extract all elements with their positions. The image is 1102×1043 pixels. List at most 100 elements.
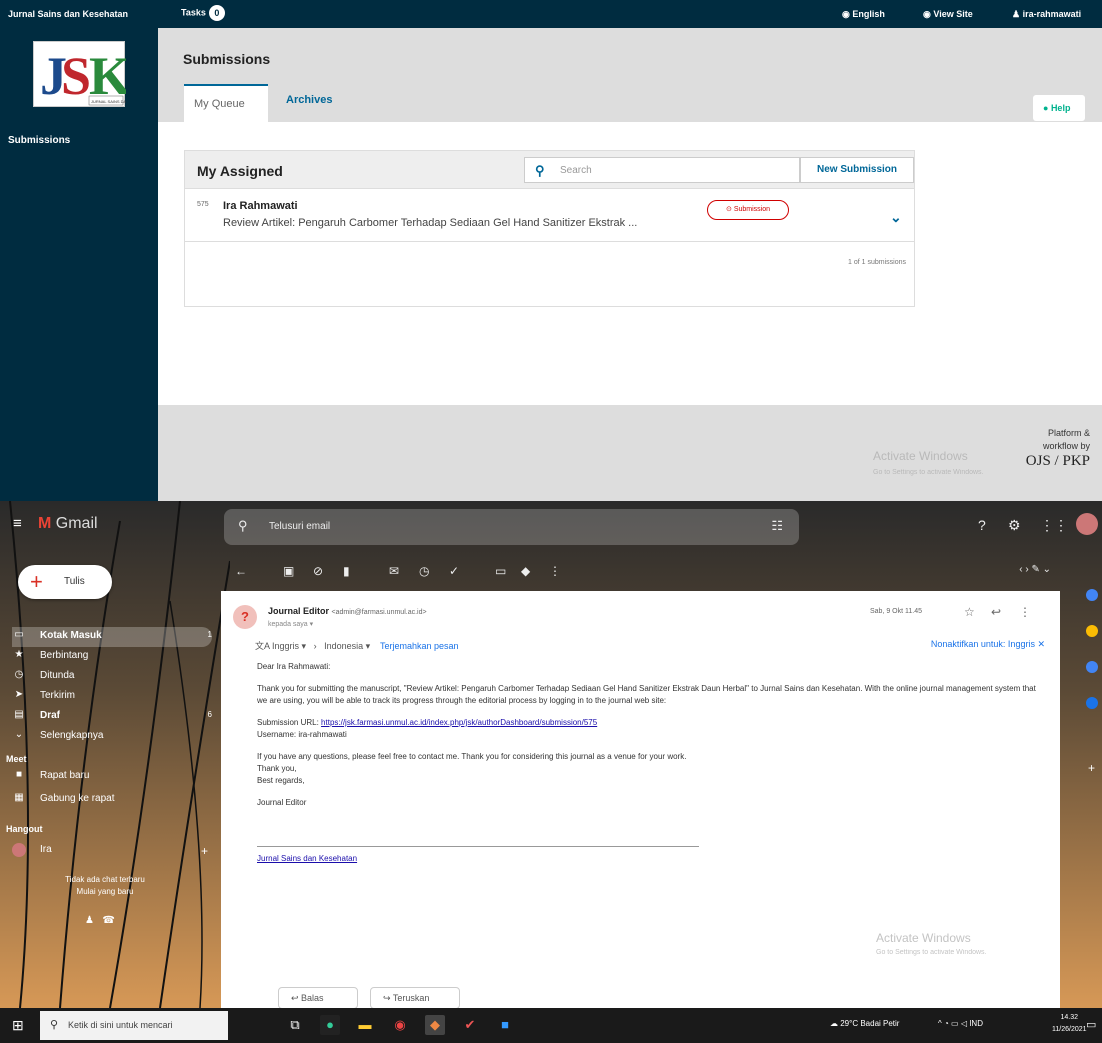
- hangout-user[interactable]: Ira +: [12, 841, 212, 861]
- language-menu[interactable]: ◉ English: [842, 9, 885, 20]
- sidebar-item-starred[interactable]: ★ Berbintang: [12, 647, 212, 667]
- message-date: Sab, 9 Okt 11.45: [870, 608, 923, 615]
- meet-new-meeting[interactable]: ■ Rapat baru: [12, 767, 212, 787]
- translate-bar: 文A Inggris ▾ › Indonesia ▾ Terjemahkan p…: [255, 639, 1045, 651]
- sidebar-item-inbox[interactable]: ▭ Kotak Masuk 1: [12, 627, 212, 647]
- more-vert-icon[interactable]: ⋮: [1019, 605, 1031, 619]
- app-icon-1[interactable]: ●: [320, 1015, 340, 1035]
- tasks-link[interactable]: Tasks 0: [181, 5, 225, 21]
- search-input[interactable]: ⚲ Telusuri email ☷: [224, 509, 799, 545]
- more-vert-icon[interactable]: ⋮: [549, 564, 561, 578]
- activate-windows-sub: Go to Settings to activate Windows.: [873, 469, 984, 476]
- system-tray[interactable]: ^ ◔ ▭ ◁ IND: [938, 1019, 983, 1028]
- file-explorer-icon[interactable]: ▬: [355, 1015, 375, 1035]
- back-arrow-icon[interactable]: ←: [235, 564, 247, 578]
- sidebar-item-sent[interactable]: ➤ Terkirim: [12, 687, 212, 707]
- compose-button[interactable]: + Tulis: [18, 565, 112, 599]
- spam-icon[interactable]: ⊘: [313, 564, 323, 578]
- gear-icon[interactable]: ⚙: [1008, 517, 1021, 534]
- journal-link[interactable]: Jurnal Sains dan Kesehatan: [257, 854, 357, 863]
- search-placeholder: Search: [560, 165, 592, 176]
- mail-toolbar: ← ▣ ⊘ ▮ ✉ ◷ ✓ ▭ ◆ ⋮ ‹ › ✎ ⌄: [221, 551, 1071, 591]
- reply-icon[interactable]: ↩: [991, 605, 1001, 619]
- app-icon-2[interactable]: ◆: [425, 1015, 445, 1035]
- translate-message-link[interactable]: Terjemahkan pesan: [380, 641, 459, 651]
- help-icon: ●: [1043, 103, 1051, 113]
- add-addon-icon[interactable]: +: [1088, 761, 1095, 775]
- submission-url-link[interactable]: https://jsk.farmasi.unmul.ac.id/index.ph…: [321, 718, 597, 727]
- source-language-select[interactable]: Inggris ▾: [272, 641, 306, 651]
- table-row[interactable]: 575 Ira Rahmawati Review Artikel: Pengar…: [185, 189, 914, 242]
- sidebar-item-submissions[interactable]: Submissions: [8, 135, 70, 146]
- trash-icon[interactable]: ▮: [343, 564, 350, 578]
- task-view-icon[interactable]: ⧉: [285, 1015, 305, 1035]
- contacts-icon[interactable]: [1086, 697, 1098, 709]
- tasks-icon[interactable]: [1086, 661, 1098, 673]
- paragraph-1: Thank you for submitting the manuscript,…: [257, 684, 1036, 705]
- sidebar-item-more[interactable]: ⌄ Selengkapnya: [12, 727, 212, 747]
- site-name-link[interactable]: Jurnal Sains dan Kesehatan: [8, 9, 128, 19]
- calendar-icon[interactable]: [1086, 589, 1098, 601]
- signature-name: Journal Editor: [257, 798, 307, 807]
- clock-date: 11/26/2021: [1052, 1026, 1087, 1033]
- windows-start-icon[interactable]: ⊞: [12, 1017, 24, 1034]
- sidebar-item-drafts[interactable]: ▤ Draf 6: [12, 707, 212, 727]
- forward-button[interactable]: ↪ Teruskan: [370, 987, 460, 1009]
- weather-widget[interactable]: ☁ 29°C Badai Petir: [830, 1019, 899, 1028]
- app-icon-3[interactable]: ✔: [460, 1015, 480, 1035]
- forward-icon: ↪: [383, 993, 393, 1003]
- search-input[interactable]: ⚲ Search: [524, 157, 800, 183]
- snooze-icon[interactable]: ◷: [419, 564, 429, 578]
- user-menu[interactable]: ♟ ira-rahmawati: [1012, 9, 1081, 20]
- pkp-brand-link[interactable]: Platform & workflow by OJS / PKP: [1026, 427, 1090, 470]
- sender-name: Journal Editor: [268, 606, 330, 616]
- greeting: Dear Ira Rahmawati:: [257, 662, 331, 671]
- meet-join-meeting[interactable]: ▦ Gabung ke rapat: [12, 790, 212, 810]
- gmail-logo-text: Gmail: [55, 515, 98, 532]
- task-icon[interactable]: ✓: [449, 564, 459, 578]
- phone-icon[interactable]: ☎: [102, 915, 114, 926]
- notification-icon[interactable]: ▭: [1086, 1018, 1096, 1031]
- gmail-logo[interactable]: M Gmail: [38, 515, 98, 533]
- thanks-line: Thank you,: [257, 764, 297, 773]
- menu-icon[interactable]: ≡: [13, 515, 22, 532]
- tab-my-queue[interactable]: My Queue: [184, 84, 268, 122]
- target-language-select[interactable]: Indonesia ▾: [324, 641, 370, 651]
- help-icon[interactable]: ?: [978, 517, 986, 533]
- stage-label: Submission: [733, 206, 770, 213]
- keep-icon[interactable]: [1086, 625, 1098, 637]
- clock[interactable]: 14.32 11/26/2021: [1052, 1012, 1087, 1036]
- chrome-icon[interactable]: ◉: [390, 1015, 410, 1035]
- person-icon[interactable]: ♟: [85, 915, 94, 926]
- filter-icon[interactable]: ☷: [771, 518, 783, 534]
- view-site-link[interactable]: ◉ View Site: [923, 9, 973, 20]
- apps-grid-icon[interactable]: ⋮⋮: [1040, 517, 1068, 534]
- word-icon[interactable]: ■: [495, 1015, 515, 1035]
- nav-count: 6: [207, 710, 212, 719]
- plus-icon[interactable]: +: [201, 844, 208, 858]
- help-button[interactable]: ● Help: [1033, 95, 1085, 121]
- chevron-down-icon[interactable]: ⌄: [890, 209, 902, 226]
- taskbar-search-input[interactable]: ⚲ Ketik di sini untuk mencari: [40, 1011, 228, 1040]
- reply-button[interactable]: ↩ Balas: [278, 987, 358, 1009]
- sidebar-item-snoozed[interactable]: ◷ Ditunda: [12, 667, 212, 687]
- label-icon[interactable]: ◆: [521, 564, 530, 578]
- message-card: ? Journal Editor <admin@farmasi.unmul.ac…: [221, 591, 1060, 1009]
- disable-translation-link[interactable]: Nonaktifkan untuk: Inggris ✕: [931, 639, 1045, 650]
- new-submission-button[interactable]: New Submission: [800, 157, 914, 183]
- start-new-chat-link[interactable]: Mulai yang baru: [20, 886, 190, 898]
- language-label: English: [852, 9, 885, 19]
- help-label: Help: [1050, 103, 1071, 113]
- windows-taskbar: ⊞ ⚲ Ketik di sini untuk mencari ⧉ ● ▬ ◉ …: [0, 1008, 1102, 1043]
- meet-label: Gabung ke rapat: [40, 793, 115, 804]
- move-icon[interactable]: ▭: [495, 564, 506, 578]
- tab-archives[interactable]: Archives: [286, 94, 332, 106]
- sender: Journal Editor <admin@farmasi.unmul.ac.i…: [268, 606, 427, 616]
- star-icon[interactable]: ☆: [964, 605, 975, 619]
- mark-unread-icon[interactable]: ✉: [389, 564, 399, 578]
- avatar[interactable]: [1076, 513, 1098, 535]
- recipient-dropdown[interactable]: kepada saya ▾: [268, 620, 313, 628]
- archive-icon[interactable]: ▣: [283, 564, 294, 578]
- pagination-icons[interactable]: ‹ › ✎ ⌄: [1019, 564, 1051, 575]
- journal-logo[interactable]: J S K JURNAL SAINS DAN KESEHATAN: [33, 41, 154, 107]
